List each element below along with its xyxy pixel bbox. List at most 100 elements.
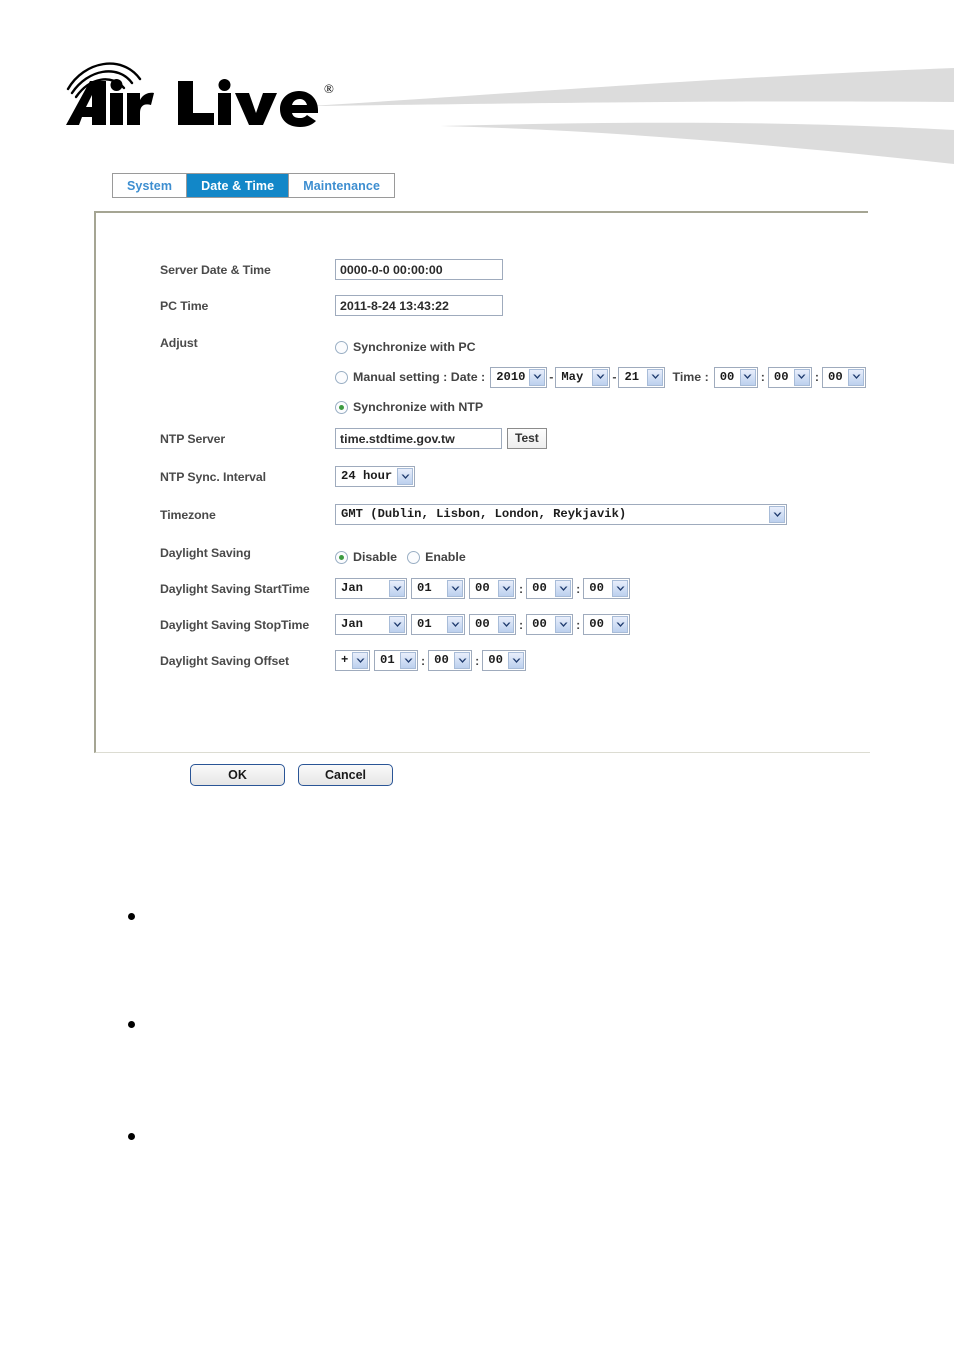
dst-offset-hour-select[interactable]: 01 [374, 650, 418, 671]
dst-offset-minute-select[interactable]: 00 [428, 650, 473, 671]
chevron-down-icon [400, 652, 416, 669]
manual-month-value: May [561, 369, 584, 384]
dst-offset-minute-value: 00 [434, 653, 449, 667]
dst-stop-second-select[interactable]: 00 [583, 614, 631, 635]
chevron-down-icon [498, 616, 514, 633]
radio-sync-with-ntp-icon[interactable] [335, 400, 348, 414]
dst-start-minute-select[interactable]: 00 [526, 578, 574, 599]
chevron-down-icon [612, 616, 629, 633]
daylight-saving-option-disable[interactable]: Disable [335, 542, 397, 572]
dst-stop-month-select[interactable]: Jan [335, 614, 407, 635]
registered-trademark-symbol: ® [324, 81, 334, 96]
tab-maintenance[interactable]: Maintenance [289, 174, 395, 197]
chevron-down-icon [389, 580, 405, 597]
pc-time-input[interactable] [335, 295, 503, 316]
row-dst-offset: Daylight Saving Offset + 01 : 00: 00 [160, 650, 866, 680]
dst-offset-second-value: 00 [488, 653, 503, 667]
radio-daylight-enable-icon[interactable] [407, 550, 421, 564]
manual-month-select[interactable]: May [555, 366, 611, 388]
chevron-down-icon [612, 580, 629, 597]
label-ntp-sync-interval: NTP Sync. Interval [160, 470, 266, 484]
row-pc-time: PC Time [160, 295, 866, 325]
ntp-server-input[interactable] [335, 428, 502, 449]
dst-start-separator-2: : [576, 581, 581, 596]
manual-time-label: Time : [672, 370, 709, 384]
manual-year-select[interactable]: 2010 [490, 366, 548, 388]
manual-hour-select[interactable]: 00 [713, 366, 758, 388]
settings-tab-bar: System Date & Time Maintenance [112, 173, 396, 198]
radio-manual-setting-icon[interactable] [335, 370, 348, 384]
manual-year-value: 2010 [496, 369, 526, 384]
dst-stop-day-select[interactable]: 01 [411, 614, 465, 635]
daylight-saving-option-enable[interactable]: Enable [407, 542, 466, 572]
radio-sync-with-pc-icon[interactable] [335, 340, 348, 354]
adjust-option-sync-ntp[interactable]: Synchronize with NTP [335, 392, 483, 422]
manual-second-select[interactable]: 00 [822, 366, 867, 388]
manual-minute-select[interactable]: 00 [767, 366, 812, 388]
chevron-down-icon [739, 368, 756, 386]
chevron-down-icon [447, 580, 463, 597]
dst-offset-second-select[interactable]: 00 [482, 650, 527, 671]
decorative-swoosh-graphic [300, 60, 954, 180]
adjust-option-manual[interactable]: Manual setting : Date : 2010 - May - 21 … [335, 362, 867, 392]
dst-stop-minute-select[interactable]: 00 [526, 614, 574, 635]
dst-stop-hour-select[interactable]: 00 [469, 614, 516, 635]
tab-date-and-time[interactable]: Date & Time [187, 174, 290, 197]
dst-start-day-value: 01 [417, 581, 432, 595]
adjust-option-manual-label: Manual setting : Date : [353, 370, 486, 384]
daylight-saving-enable-label: Enable [425, 550, 466, 564]
cancel-button[interactable]: Cancel [298, 764, 393, 786]
label-dst-offset: Daylight Saving Offset [160, 654, 289, 668]
dst-start-day-select[interactable]: 01 [411, 578, 465, 599]
manual-hour-value: 00 [719, 369, 735, 384]
radio-daylight-disable-icon[interactable] [335, 550, 348, 564]
dst-offset-hour-value: 01 [380, 653, 395, 667]
label-adjust: Adjust [160, 336, 198, 350]
airlive-logo: ® [62, 55, 362, 135]
tab-system[interactable]: System [113, 174, 188, 197]
dst-start-hour-value: 00 [475, 581, 490, 595]
chevron-down-icon [389, 616, 405, 633]
ok-button[interactable]: OK [190, 764, 285, 786]
manual-day-select[interactable]: 21 [618, 366, 666, 388]
ntp-sync-interval-select[interactable]: 24 hour [335, 466, 415, 487]
chevron-down-icon [769, 506, 785, 523]
chevron-down-icon [447, 616, 463, 633]
label-ntp-server: NTP Server [160, 432, 226, 446]
manual-day-value: 21 [624, 369, 640, 384]
dst-start-month-value: Jan [341, 581, 363, 595]
dst-stop-separator-1: : [519, 617, 524, 632]
row-ntp-sync-interval: NTP Sync. Interval 24 hour [160, 466, 866, 496]
dst-start-month-select[interactable]: Jan [335, 578, 407, 599]
server-date-time-input[interactable] [335, 259, 503, 280]
timezone-value: GMT (Dublin, Lisbon, London, Reykjavik) [341, 507, 627, 521]
label-dst-start-time: Daylight Saving StartTime [160, 582, 310, 596]
label-dst-stop-time: Daylight Saving StopTime [160, 618, 310, 632]
timezone-select[interactable]: GMT (Dublin, Lisbon, London, Reykjavik) [335, 504, 787, 525]
bullet-point-icon [128, 913, 135, 920]
chevron-down-icon [555, 580, 572, 597]
dst-start-second-select[interactable]: 00 [583, 578, 631, 599]
row-dst-stop-time: Daylight Saving StopTime Jan 01 00: 00 … [160, 614, 866, 644]
dst-start-hour-select[interactable]: 00 [469, 578, 516, 599]
dst-stop-minute-value: 00 [532, 617, 547, 631]
daylight-saving-disable-label: Disable [353, 550, 398, 564]
dst-start-minute-value: 00 [532, 581, 547, 595]
label-timezone: Timezone [160, 508, 216, 522]
chevron-down-icon [793, 368, 810, 386]
ntp-test-button[interactable]: Test [507, 428, 547, 449]
chevron-down-icon [529, 368, 546, 386]
chevron-down-icon [647, 368, 664, 386]
chevron-down-icon [454, 652, 471, 669]
adjust-option-sync-pc[interactable]: Synchronize with PC [335, 332, 476, 362]
dst-stop-separator-2: : [576, 617, 581, 632]
row-server-date-time: Server Date & Time [160, 259, 866, 289]
dst-stop-month-value: Jan [341, 617, 363, 631]
chevron-down-icon [397, 468, 413, 485]
dst-offset-sign-select[interactable]: + [335, 650, 370, 671]
chevron-down-icon [592, 368, 609, 386]
row-timezone: Timezone GMT (Dublin, Lisbon, London, Re… [160, 504, 866, 534]
dst-stop-second-value: 00 [589, 617, 604, 631]
dst-stop-day-value: 01 [417, 617, 432, 631]
manual-time-separator-1: : [760, 370, 765, 384]
